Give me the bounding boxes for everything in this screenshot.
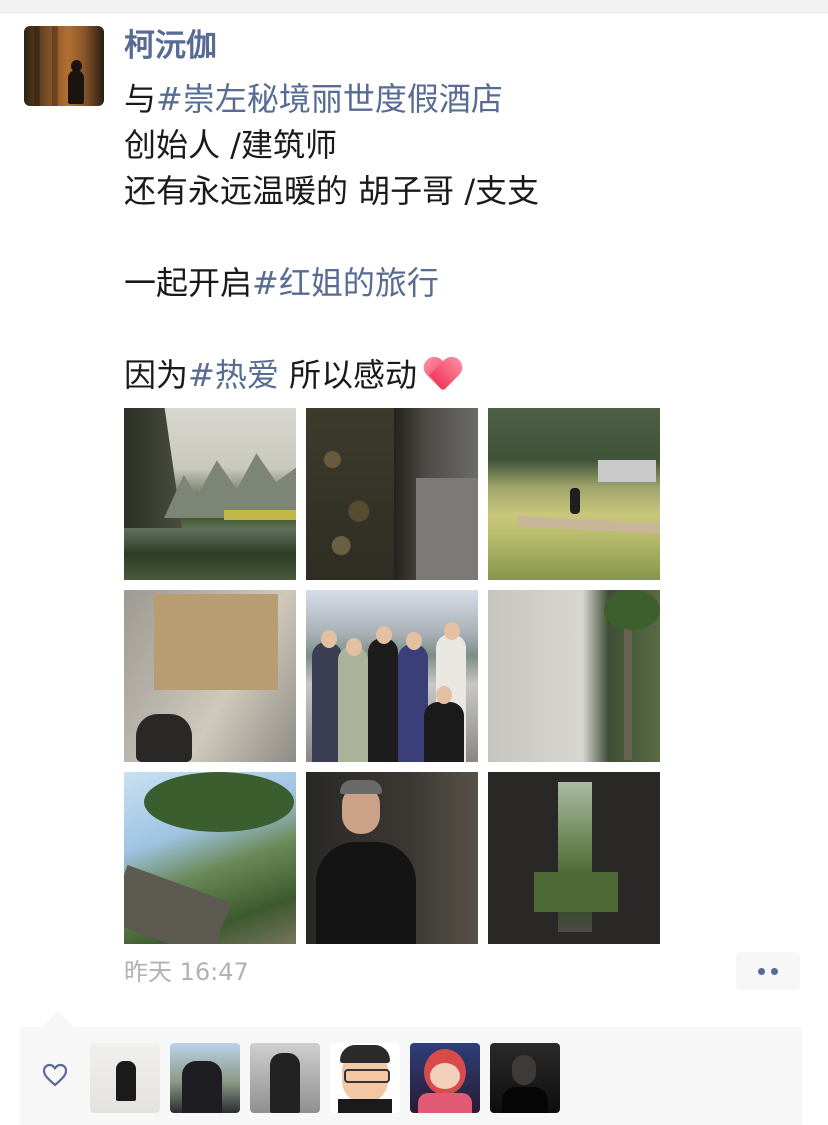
top-divider [0,0,828,13]
photo-8-man-portrait[interactable] [306,772,478,944]
post-line-5: 因为#热爱 所以感动 [124,352,764,398]
liker-avatar[interactable] [90,1043,160,1113]
post-line-1: 与#崇左秘境丽世度假酒店 [124,80,503,118]
post-timestamp: 昨天 16:47 [124,958,249,986]
hashtag-link[interactable]: #红姐的旅行 [252,264,439,302]
post-line-4: 一起开启#红姐的旅行 [124,264,439,302]
post-line-2: 创始人 /建筑师 [124,126,337,164]
author-avatar[interactable] [24,26,104,106]
likes-section [20,1011,802,1125]
liker-avatar[interactable] [330,1043,400,1113]
heart-outline-icon [42,1063,68,1087]
liker-avatar[interactable] [490,1043,560,1113]
more-dots-icon [771,967,778,975]
post-line-3: 还有永远温暖的 胡子哥 /支支 [124,172,540,210]
more-options-button[interactable] [736,952,800,990]
liker-avatar[interactable] [170,1043,240,1113]
author-name[interactable]: 柯沅伽 [124,26,217,66]
photo-3-rice-field-cyclist[interactable] [488,408,660,580]
more-dots-icon [758,967,765,975]
photo-2-vine-wall[interactable] [306,408,478,580]
photo-7-tree-building[interactable] [124,772,296,944]
photo-6-concrete-palm[interactable] [488,590,660,762]
hashtag-link[interactable]: #热爱 [188,356,279,394]
photo-1-karst-lake[interactable] [124,408,296,580]
liker-avatar[interactable] [250,1043,320,1113]
photo-5-group[interactable] [306,590,478,762]
photo-4-concrete-jar[interactable] [124,590,296,762]
photo-9-corridor[interactable] [488,772,660,944]
liker-avatar[interactable] [410,1043,480,1113]
post-text: 与#崇左秘境丽世度假酒店 创始人 /建筑师 还有永远温暖的 胡子哥 /支支 一起… [124,76,764,398]
photo-grid [124,408,660,944]
heart-emoji-icon [423,356,463,390]
hashtag-link[interactable]: #崇左秘境丽世度假酒店 [156,80,503,118]
